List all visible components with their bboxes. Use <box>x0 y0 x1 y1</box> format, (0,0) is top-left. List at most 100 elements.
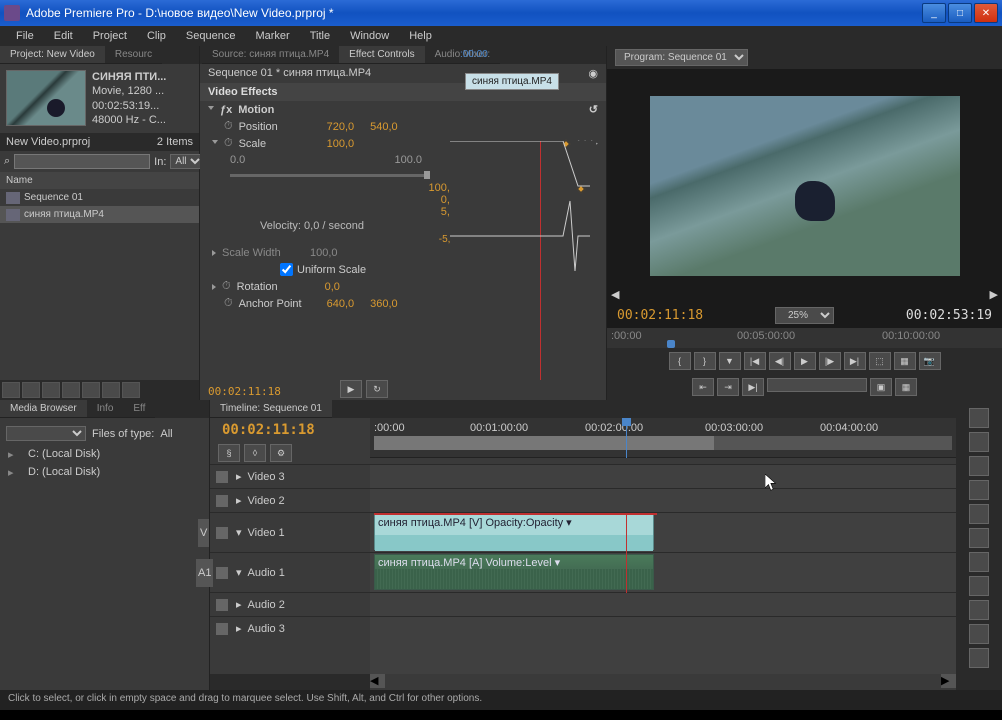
current-time[interactable]: 00:02:11:18 <box>617 308 703 323</box>
track-select-tool-icon[interactable] <box>969 432 989 452</box>
menu-project[interactable]: Project <box>83 28 137 44</box>
search-input[interactable] <box>14 154 150 169</box>
motion-effect[interactable]: Motion <box>238 104 274 116</box>
play-icon[interactable]: ▶ <box>340 380 362 398</box>
play-inout-icon[interactable]: ▶| <box>742 378 764 396</box>
menu-marker[interactable]: Marker <box>245 28 299 44</box>
stopwatch-icon[interactable]: ⏱ <box>224 137 233 150</box>
eye-icon[interactable] <box>216 471 228 483</box>
list-view-icon[interactable] <box>2 382 20 398</box>
speaker-icon[interactable] <box>216 623 228 635</box>
playhead-handle[interactable] <box>667 340 675 348</box>
expand-icon[interactable]: ▸ <box>236 470 242 483</box>
snap-icon[interactable]: § <box>218 444 240 462</box>
expand-icon[interactable] <box>212 140 218 147</box>
step-fwd-icon[interactable]: |▶ <box>819 352 841 370</box>
ec-graph-area[interactable]: :00:00 синяя птица.MP4 <box>450 141 596 380</box>
stopwatch-icon[interactable]: ⏱ <box>224 297 233 310</box>
rotation-value[interactable]: 0,0 <box>325 281 340 293</box>
drive-item[interactable]: C: (Local Disk) <box>6 445 203 463</box>
loop-icon[interactable]: ↻ <box>366 380 388 398</box>
scale-slider[interactable] <box>230 174 430 177</box>
selection-tool-icon[interactable] <box>969 408 989 428</box>
program-select[interactable]: Program: Sequence 01 <box>615 49 748 66</box>
marker-icon[interactable]: ◊ <box>244 444 266 462</box>
stopwatch-icon[interactable]: ⏱ <box>224 120 233 133</box>
hand-tool-icon[interactable] <box>969 624 989 644</box>
menu-help[interactable]: Help <box>399 28 442 44</box>
menu-edit[interactable]: Edit <box>44 28 83 44</box>
scale-value[interactable]: 100,0 <box>327 138 355 150</box>
expand-icon[interactable]: ▸ <box>236 494 242 507</box>
expand-icon[interactable]: ▸ <box>236 598 242 611</box>
close-button[interactable]: ✕ <box>974 3 998 23</box>
timeline-time[interactable]: 00:02:11:18 <box>210 418 370 442</box>
playhead[interactable] <box>626 418 627 458</box>
video-clip[interactable]: синяя птица.MP4 [V] Opacity:Opacity ▾ <box>374 514 654 550</box>
media-browser-tab[interactable]: Media Browser <box>0 400 87 418</box>
extract-icon[interactable]: ▦ <box>894 352 916 370</box>
zoom-select[interactable]: 25% <box>775 307 834 324</box>
out-point-icon[interactable]: } <box>694 352 716 370</box>
rate-tool-icon[interactable] <box>969 504 989 524</box>
speaker-icon[interactable] <box>216 567 228 579</box>
video2-track[interactable]: ▸Video 2 <box>210 488 370 512</box>
uniform-scale-checkbox[interactable] <box>280 263 293 276</box>
new-item-icon[interactable] <box>102 382 120 398</box>
next-icon[interactable]: ▶ <box>990 288 998 301</box>
effects-tab[interactable]: Eff <box>123 400 155 418</box>
slide-tool-icon[interactable] <box>969 576 989 596</box>
marker-icon[interactable]: ▼ <box>719 352 741 370</box>
eye-icon[interactable] <box>216 495 228 507</box>
effect-controls-tab[interactable]: Effect Controls <box>339 46 424 64</box>
expand-icon[interactable]: ▾ <box>236 526 242 539</box>
timeline-scrollbar[interactable]: ◀▶ <box>210 674 956 690</box>
program-ruler[interactable]: :00:00 00:05:00:00 00:10:00:00 <box>607 328 1002 348</box>
zoom-tool-icon[interactable] <box>969 648 989 668</box>
drive-item[interactable]: D: (Local Disk) <box>6 463 203 481</box>
name-column-header[interactable]: Name <box>0 172 199 189</box>
timeline-ruler[interactable]: :00:00 00:01:00:00 00:02:00:00 00:03:00:… <box>370 418 956 458</box>
rolling-tool-icon[interactable] <box>969 480 989 500</box>
chevron-down-icon[interactable]: ▾ <box>563 517 572 529</box>
menu-sequence[interactable]: Sequence <box>176 28 246 44</box>
reset-icon[interactable]: ↺ <box>589 103 598 116</box>
project-tab[interactable]: Project: New Video <box>0 46 105 64</box>
stopwatch-icon[interactable]: ⏱ <box>222 280 231 293</box>
zoom-bar[interactable] <box>374 436 952 450</box>
goto-next-icon[interactable]: ⇥ <box>717 378 739 396</box>
list-item[interactable]: Sequence 01 <box>0 189 199 206</box>
fx-icon[interactable]: ƒx <box>220 104 232 116</box>
menu-window[interactable]: Window <box>340 28 399 44</box>
slip-tool-icon[interactable] <box>969 552 989 572</box>
expand-icon[interactable] <box>208 106 214 113</box>
audio2-track[interactable]: ▸Audio 2 <box>210 592 370 616</box>
timeline-tab[interactable]: Timeline: Sequence 01 <box>210 400 332 418</box>
step-back-icon[interactable]: ◀| <box>769 352 791 370</box>
video1-track[interactable]: V▾Video 1 <box>210 512 370 552</box>
lift-icon[interactable]: ⬚ <box>869 352 891 370</box>
goto-prev-icon[interactable]: ⇤ <box>692 378 714 396</box>
play-icon[interactable]: ▶ <box>794 352 816 370</box>
clip-thumbnail[interactable] <box>6 70 86 126</box>
menu-clip[interactable]: Clip <box>137 28 176 44</box>
safe-margins-icon[interactable]: ▣ <box>870 378 892 396</box>
eye-icon[interactable] <box>216 527 228 539</box>
expand-icon[interactable]: ▸ <box>236 622 242 635</box>
in-point-icon[interactable]: { <box>669 352 691 370</box>
settings-icon[interactable]: ⚙ <box>270 444 292 462</box>
position-y[interactable]: 540,0 <box>370 121 398 133</box>
speaker-icon[interactable] <box>216 599 228 611</box>
ec-playhead-icon[interactable]: ◉ <box>588 67 598 80</box>
anchor-x[interactable]: 640,0 <box>327 298 355 310</box>
menu-file[interactable]: File <box>6 28 44 44</box>
auto-to-seq-icon[interactable] <box>42 382 60 398</box>
drive-select[interactable] <box>6 426 86 441</box>
trash-icon[interactable] <box>122 382 140 398</box>
expand-icon[interactable] <box>212 284 216 290</box>
find-icon[interactable] <box>62 382 80 398</box>
go-out-icon[interactable]: ▶| <box>844 352 866 370</box>
position-x[interactable]: 720,0 <box>327 121 355 133</box>
ripple-tool-icon[interactable] <box>969 456 989 476</box>
audio-clip[interactable]: синяя птица.MP4 [A] Volume:Level ▾ <box>374 554 654 590</box>
